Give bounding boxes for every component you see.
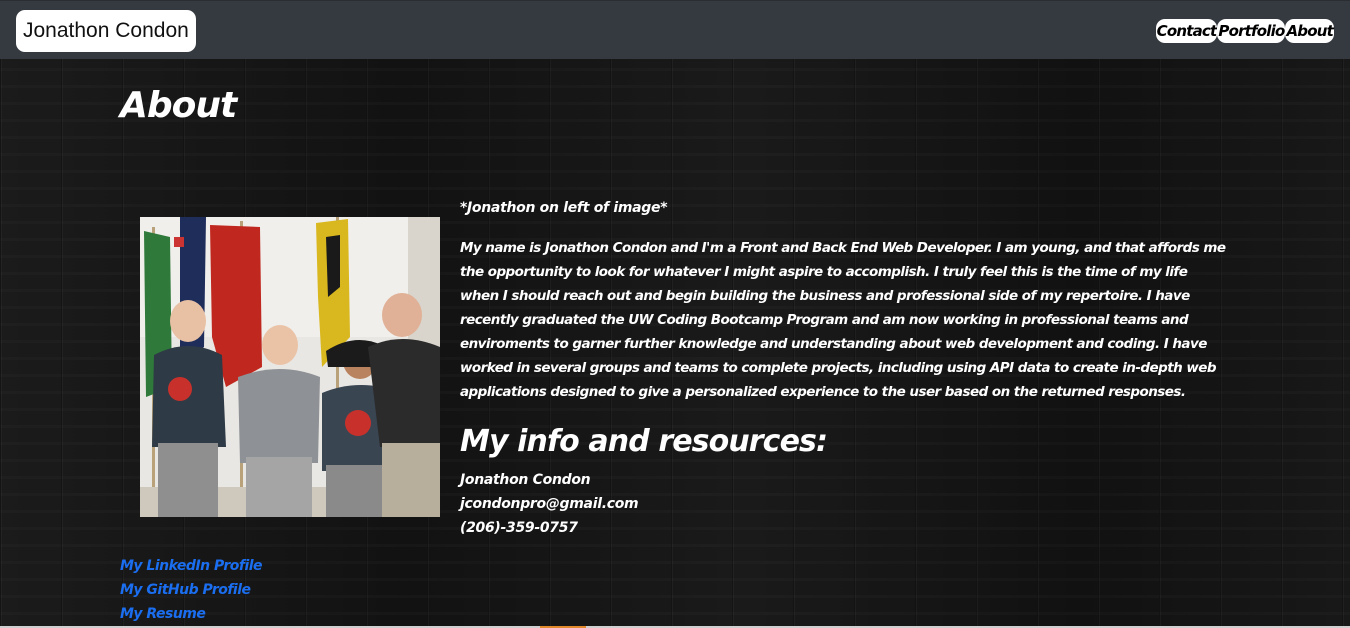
profile-links: My LinkedIn Profile My GitHub Profile My… <box>120 554 263 626</box>
resume-link[interactable]: My Resume <box>120 602 262 626</box>
photo-caption: *Jonathon on left of image* <box>460 200 668 216</box>
page-title: About <box>120 85 237 126</box>
nav-contact-link[interactable]: Contact <box>1155 19 1218 43</box>
nav-about-link[interactable]: About <box>1285 19 1334 43</box>
brand-logo[interactable]: Jonathon Condon <box>16 10 196 52</box>
navbar: Jonathon Condon Contact Portfolio About <box>0 0 1350 59</box>
info-email: jcondonpro@gmail.com <box>460 496 639 512</box>
about-content: *Jonathon on left of image* My name is J… <box>460 196 1230 540</box>
nav-links: Contact Portfolio About <box>1155 19 1334 43</box>
linkedin-link[interactable]: My LinkedIn Profile <box>120 554 263 578</box>
bio-paragraph: My name is Jonathon Condon and I'm a Fro… <box>460 240 1226 400</box>
github-link[interactable]: My GitHub Profile <box>120 578 262 602</box>
info-heading: My info and resources: <box>460 424 828 459</box>
info-name: Jonathon Condon <box>460 472 591 488</box>
nav-portfolio-link[interactable]: Portfolio <box>1217 19 1286 43</box>
profile-photo <box>140 217 440 517</box>
info-phone: (206)-359-0757 <box>460 520 578 536</box>
